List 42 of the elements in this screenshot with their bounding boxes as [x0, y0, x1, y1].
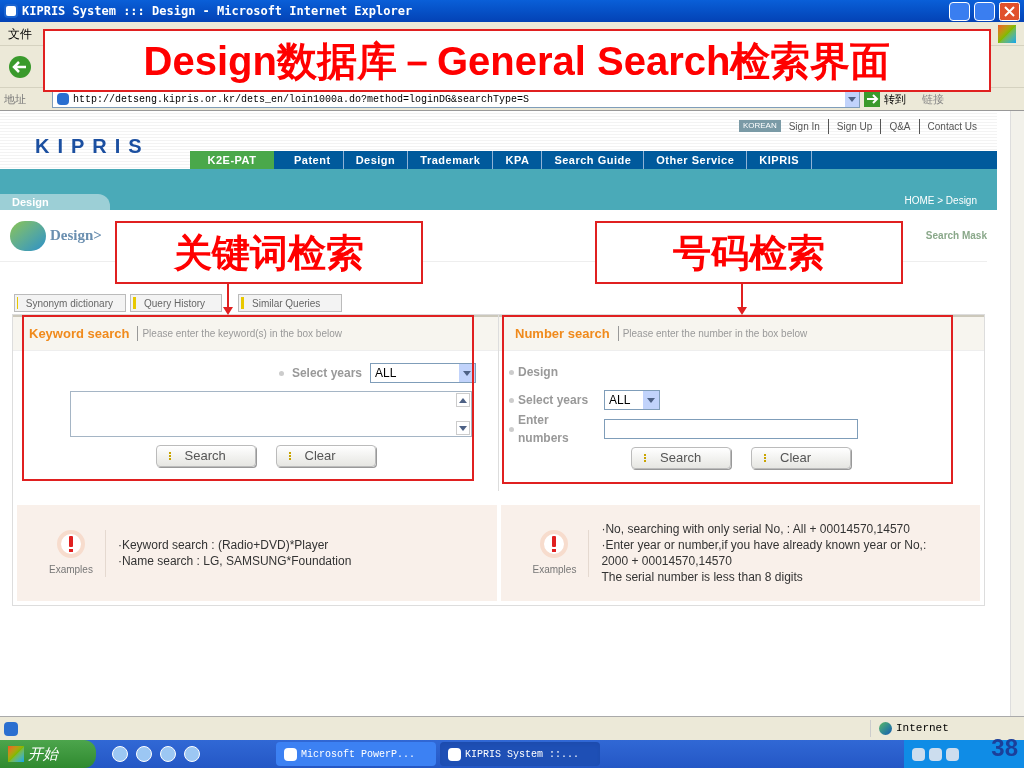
field-label: Select years — [518, 392, 590, 409]
web-button[interactable]: Clear — [751, 447, 851, 469]
example-text: ·No, searching with only serial No, : All + 00014570,14570 — [601, 521, 911, 537]
taskbar-button[interactable]: KIPRIS System ::... — [440, 742, 600, 766]
breadcrumb: HOME > Design — [904, 194, 978, 208]
field-label: Select years — [291, 365, 362, 382]
top-link[interactable]: Sign Up — [836, 118, 882, 134]
example-text: ·Enter year or number,if you have already known year or No,: 2000 + 00014570,14570 — [601, 537, 928, 569]
year-select[interactable]: ALL — [604, 390, 660, 410]
panel-title: Keyword search — [29, 324, 130, 343]
callout-box: 号码检索 — [595, 221, 903, 284]
start-button[interactable]: 开始 — [0, 740, 96, 768]
top-link[interactable]: Q&A — [889, 118, 920, 134]
taskbar-button[interactable]: Microsoft PowerP... — [276, 742, 436, 766]
example-text: The serial number is less than 8 digits — [601, 569, 804, 585]
callout-box: 关键词检索 — [115, 221, 423, 284]
menu-item[interactable]: 文件 — [8, 24, 32, 43]
annotation-banner: Design数据库－General Search检索界面 — [43, 29, 991, 92]
panel-title: Number search — [515, 324, 610, 343]
zone-label: Internet — [896, 721, 949, 737]
examples-label: Examples — [49, 562, 93, 577]
tool-tab[interactable]: Query History — [130, 294, 222, 312]
panel-hint: Please enter the number in the box below — [617, 326, 808, 341]
example-text: ·Name search : LG, SAMSUNG*Foundation — [117, 553, 353, 569]
web-button[interactable]: Search — [155, 445, 256, 467]
window-title: KIPRIS System ::: Design - Microsoft Internet Explorer — [22, 3, 414, 20]
top-link[interactable]: Sign In — [788, 118, 829, 134]
field-label: Enter numbers — [518, 412, 570, 447]
year-select[interactable]: ALL — [370, 363, 476, 383]
web-button[interactable]: Search — [631, 447, 731, 469]
field-label: Design — [518, 364, 559, 381]
site-logo: KIPRIS — [35, 134, 150, 159]
slide-number: 38 — [991, 733, 1018, 763]
web-button[interactable]: Clear — [275, 445, 376, 467]
panel-hint: Please enter the keyword(s) in the box below — [137, 326, 342, 341]
top-link[interactable]: Contact Us — [927, 118, 985, 134]
tool-tab[interactable]: Similar Queries — [238, 294, 342, 312]
tool-tab[interactable]: Synonym dictionary — [14, 294, 126, 312]
example-text: ·Keyword search : (Radio+DVD)*Player — [117, 537, 330, 553]
address-label: 地址 — [4, 91, 27, 107]
examples-label: Examples — [532, 562, 577, 577]
page-title: Design> — [50, 226, 102, 246]
